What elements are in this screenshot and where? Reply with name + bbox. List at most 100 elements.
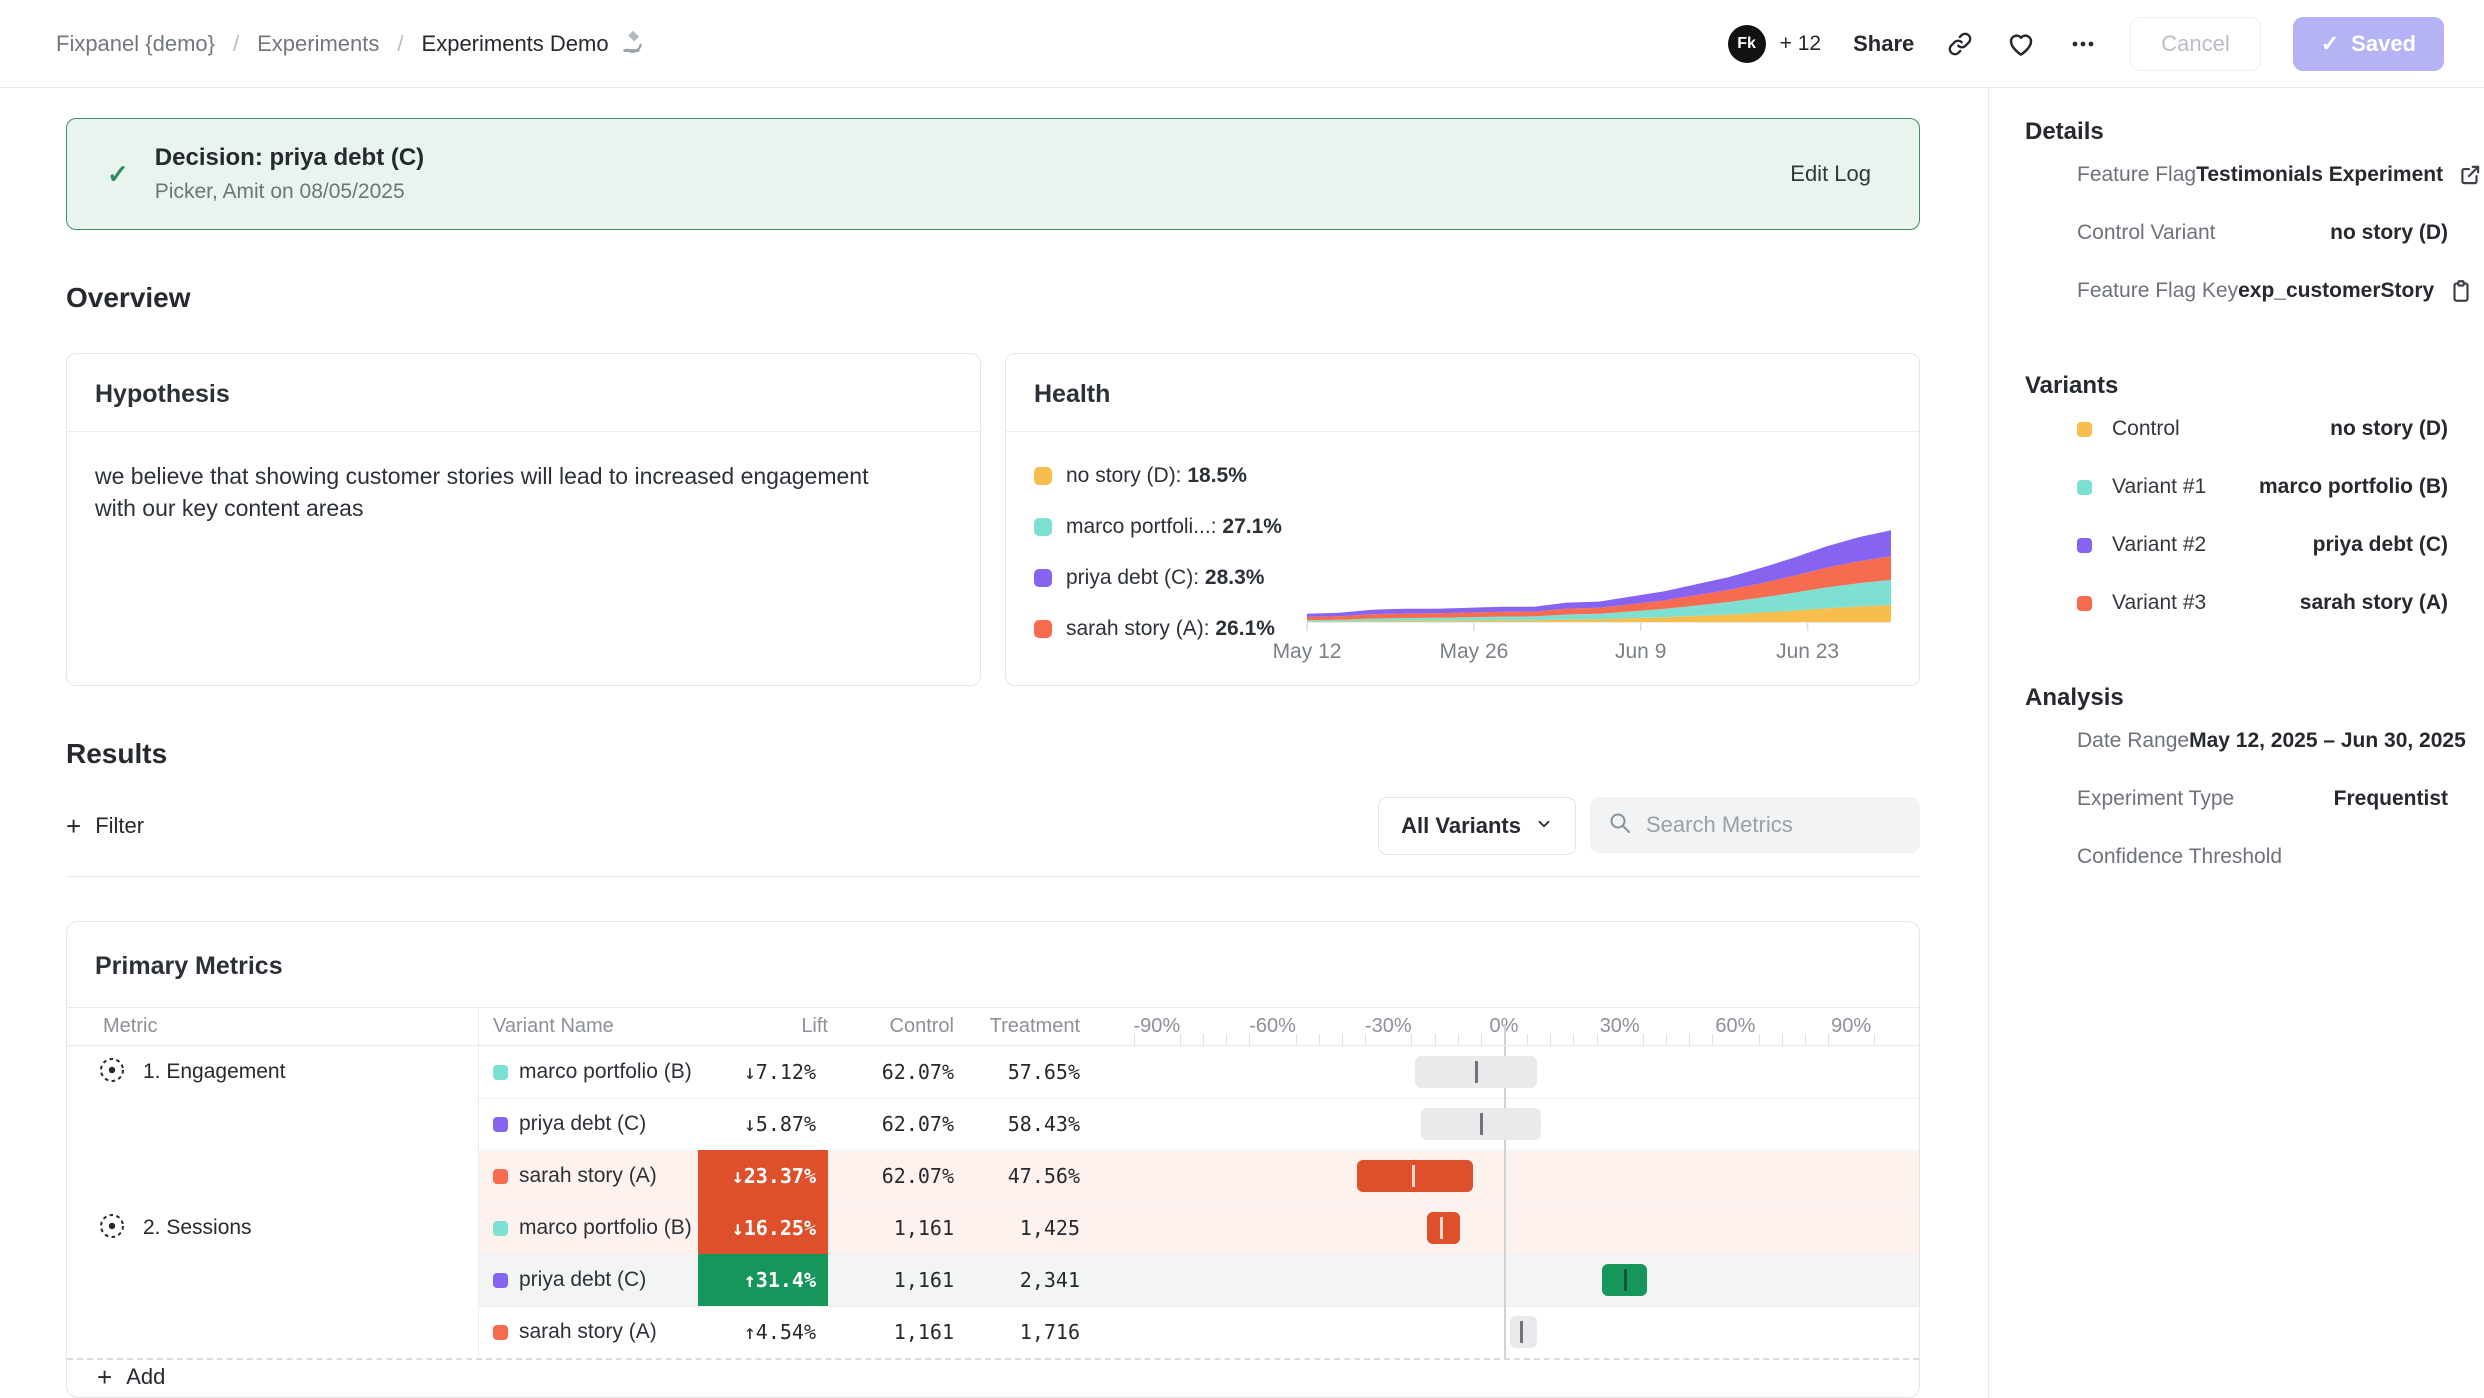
metric-row[interactable]: priya debt (C)↑31.4%1,1612,341 <box>67 1254 1919 1306</box>
detail-row: Feature FlagTestimonials Experiment <box>2025 146 2448 204</box>
link-icon[interactable] <box>1946 30 1974 58</box>
axis-tick-label: 90% <box>1806 1015 1896 1038</box>
metric-row[interactable]: 1. Engagementmarco portfolio (B)↓7.12%62… <box>67 1046 1919 1098</box>
add-filter-button[interactable]: + Filter <box>66 813 144 839</box>
external-link-icon[interactable] <box>2457 162 2483 188</box>
axis-minor-tick <box>1180 1034 1181 1045</box>
share-button[interactable]: Share <box>1853 31 1914 57</box>
collaborator-count[interactable]: + 12 <box>1780 32 1821 56</box>
results-toolbar: + Filter All Variants <box>66 798 1920 854</box>
variant-swatch <box>493 1273 508 1288</box>
metric-row[interactable]: sarah story (A)↑4.54%1,1611,716 <box>67 1306 1919 1358</box>
analysis-rows: Date RangeMay 12, 2025 – Jun 30, 2025Exp… <box>2025 712 2448 886</box>
row-highlight <box>478 1150 1919 1202</box>
lift-point-marker <box>1412 1165 1415 1187</box>
analysis-row: Experiment TypeFrequentist <box>2025 770 2448 828</box>
metric-cell: 1. Engagement <box>97 1046 285 1098</box>
check-icon: ✓ <box>2321 31 2339 57</box>
legend-label: marco portfoli...: 27.1% <box>1066 515 1282 539</box>
breadcrumb: Fixpanel {demo} / Experiments / Experime… <box>56 28 645 60</box>
treatment-value: 1,716 <box>960 1306 1080 1358</box>
edit-log-button[interactable]: Edit Log <box>1790 161 1871 187</box>
variant-row: Variant #1marco portfolio (B) <box>2025 458 2448 516</box>
axis-minor-tick <box>1643 1034 1644 1045</box>
column-header-control: Control <box>834 1015 954 1038</box>
axis-tick-label: -60% <box>1228 1015 1318 1038</box>
row-highlight <box>478 1254 1919 1306</box>
metric-name: 1. Engagement <box>143 1060 285 1084</box>
variant-row: Variant #3sarah story (A) <box>2025 574 2448 632</box>
details-heading: Details <box>2025 118 2448 146</box>
legend-label: no story (D): 18.5% <box>1066 464 1247 488</box>
primary-metrics-card: Primary Metrics Metric Variant Name Lift… <box>66 921 1920 1398</box>
detail-value: exp_customerStory <box>2238 279 2434 303</box>
confidence-interval-bar <box>1427 1212 1460 1244</box>
metric-target-icon <box>97 1055 127 1090</box>
hypothesis-card: Hypothesis we believe that showing custo… <box>66 353 981 686</box>
more-options-icon[interactable] <box>2068 29 2098 59</box>
legend-swatch <box>1034 620 1052 638</box>
add-metric-button[interactable]: + Add <box>67 1358 1919 1394</box>
variant-swatch <box>2077 538 2092 553</box>
variant-value: priya debt (C) <box>2313 533 2448 557</box>
chevron-down-icon <box>1535 813 1553 839</box>
axis-minor-tick <box>1411 1034 1412 1045</box>
metrics-search[interactable] <box>1590 797 1920 853</box>
row-highlight <box>478 1202 1919 1254</box>
divider <box>66 876 1920 877</box>
search-input[interactable] <box>1644 811 1902 839</box>
lift-value: ↑31.4% <box>698 1254 828 1306</box>
variant-swatch <box>2077 480 2092 495</box>
variant-name: marco portfolio (B) <box>519 1046 692 1098</box>
legend-swatch <box>1034 518 1052 536</box>
health-card: Health no story (D): 18.5%marco portfoli… <box>1005 353 1920 686</box>
variants-dropdown[interactable]: All Variants <box>1378 797 1576 855</box>
treatment-value: 57.65% <box>960 1046 1080 1098</box>
metric-row[interactable]: 2. Sessionsmarco portfolio (B)↓16.25%1,1… <box>67 1202 1919 1254</box>
column-divider <box>478 1008 479 1045</box>
control-value: 62.07% <box>834 1150 954 1202</box>
analysis-heading: Analysis <box>2025 684 2448 712</box>
saved-button[interactable]: ✓ Saved <box>2293 17 2444 71</box>
clipboard-icon[interactable] <box>2448 278 2474 304</box>
legend-label: priya debt (C): 28.3% <box>1066 566 1264 590</box>
cancel-button[interactable]: Cancel <box>2130 17 2260 71</box>
axis-minor-tick <box>1712 1034 1713 1045</box>
breadcrumb-project[interactable]: Fixpanel {demo} <box>56 31 215 57</box>
control-value: 62.07% <box>834 1098 954 1150</box>
variant-name: priya debt (C) <box>519 1254 646 1306</box>
lift-point-marker <box>1480 1113 1483 1135</box>
favorite-heart-icon[interactable] <box>2006 29 2036 59</box>
row-separator <box>478 1150 1919 1151</box>
variant-name: sarah story (A) <box>519 1150 657 1202</box>
axis-tick-label: -30% <box>1343 1015 1433 1038</box>
x-tick-label: Jun 9 <box>1615 640 1666 663</box>
variant-rows: Controlno story (D)Variant #1marco portf… <box>2025 400 2448 632</box>
legend-item: priya debt (C): 28.3% <box>1034 566 1282 590</box>
variant-label: Control <box>2112 417 2180 441</box>
right-sidebar: Details Feature FlagTestimonials Experim… <box>1988 88 2484 1398</box>
avatar[interactable]: Fk <box>1728 25 1766 63</box>
axis-tick-label: -90% <box>1112 1015 1202 1038</box>
detail-row: Feature Flag Keyexp_customerStory <box>2025 262 2448 320</box>
variant-row: Controlno story (D) <box>2025 400 2448 458</box>
control-value: 1,161 <box>834 1306 954 1358</box>
variant-swatch <box>493 1117 508 1132</box>
breadcrumb-experiments[interactable]: Experiments <box>257 31 379 57</box>
metric-row[interactable]: sarah story (A)↓23.37%62.07%47.56% <box>67 1150 1919 1202</box>
axis-minor-tick <box>1481 1034 1482 1045</box>
axis-minor-tick <box>1759 1034 1760 1045</box>
axis-minor-tick <box>1319 1034 1320 1045</box>
metric-target-icon <box>97 1211 127 1246</box>
health-legend: no story (D): 18.5% marco portfoli...: 27… <box>1034 464 1282 668</box>
axis-minor-tick <box>1226 1034 1227 1045</box>
analysis-value: May 12, 2025 – Jun 30, 2025 <box>2189 729 2466 753</box>
axis-minor-tick <box>1805 1034 1806 1045</box>
experiment-page: Fixpanel {demo} / Experiments / Experime… <box>0 0 2484 1398</box>
treatment-value: 58.43% <box>960 1098 1080 1150</box>
control-value: 62.07% <box>834 1046 954 1098</box>
metric-row[interactable]: priya debt (C)↓5.87%62.07%58.43% <box>67 1098 1919 1150</box>
variants-heading: Variants <box>2025 372 2448 400</box>
axis-minor-tick <box>1874 1034 1875 1045</box>
lift-point-marker <box>1520 1321 1523 1343</box>
